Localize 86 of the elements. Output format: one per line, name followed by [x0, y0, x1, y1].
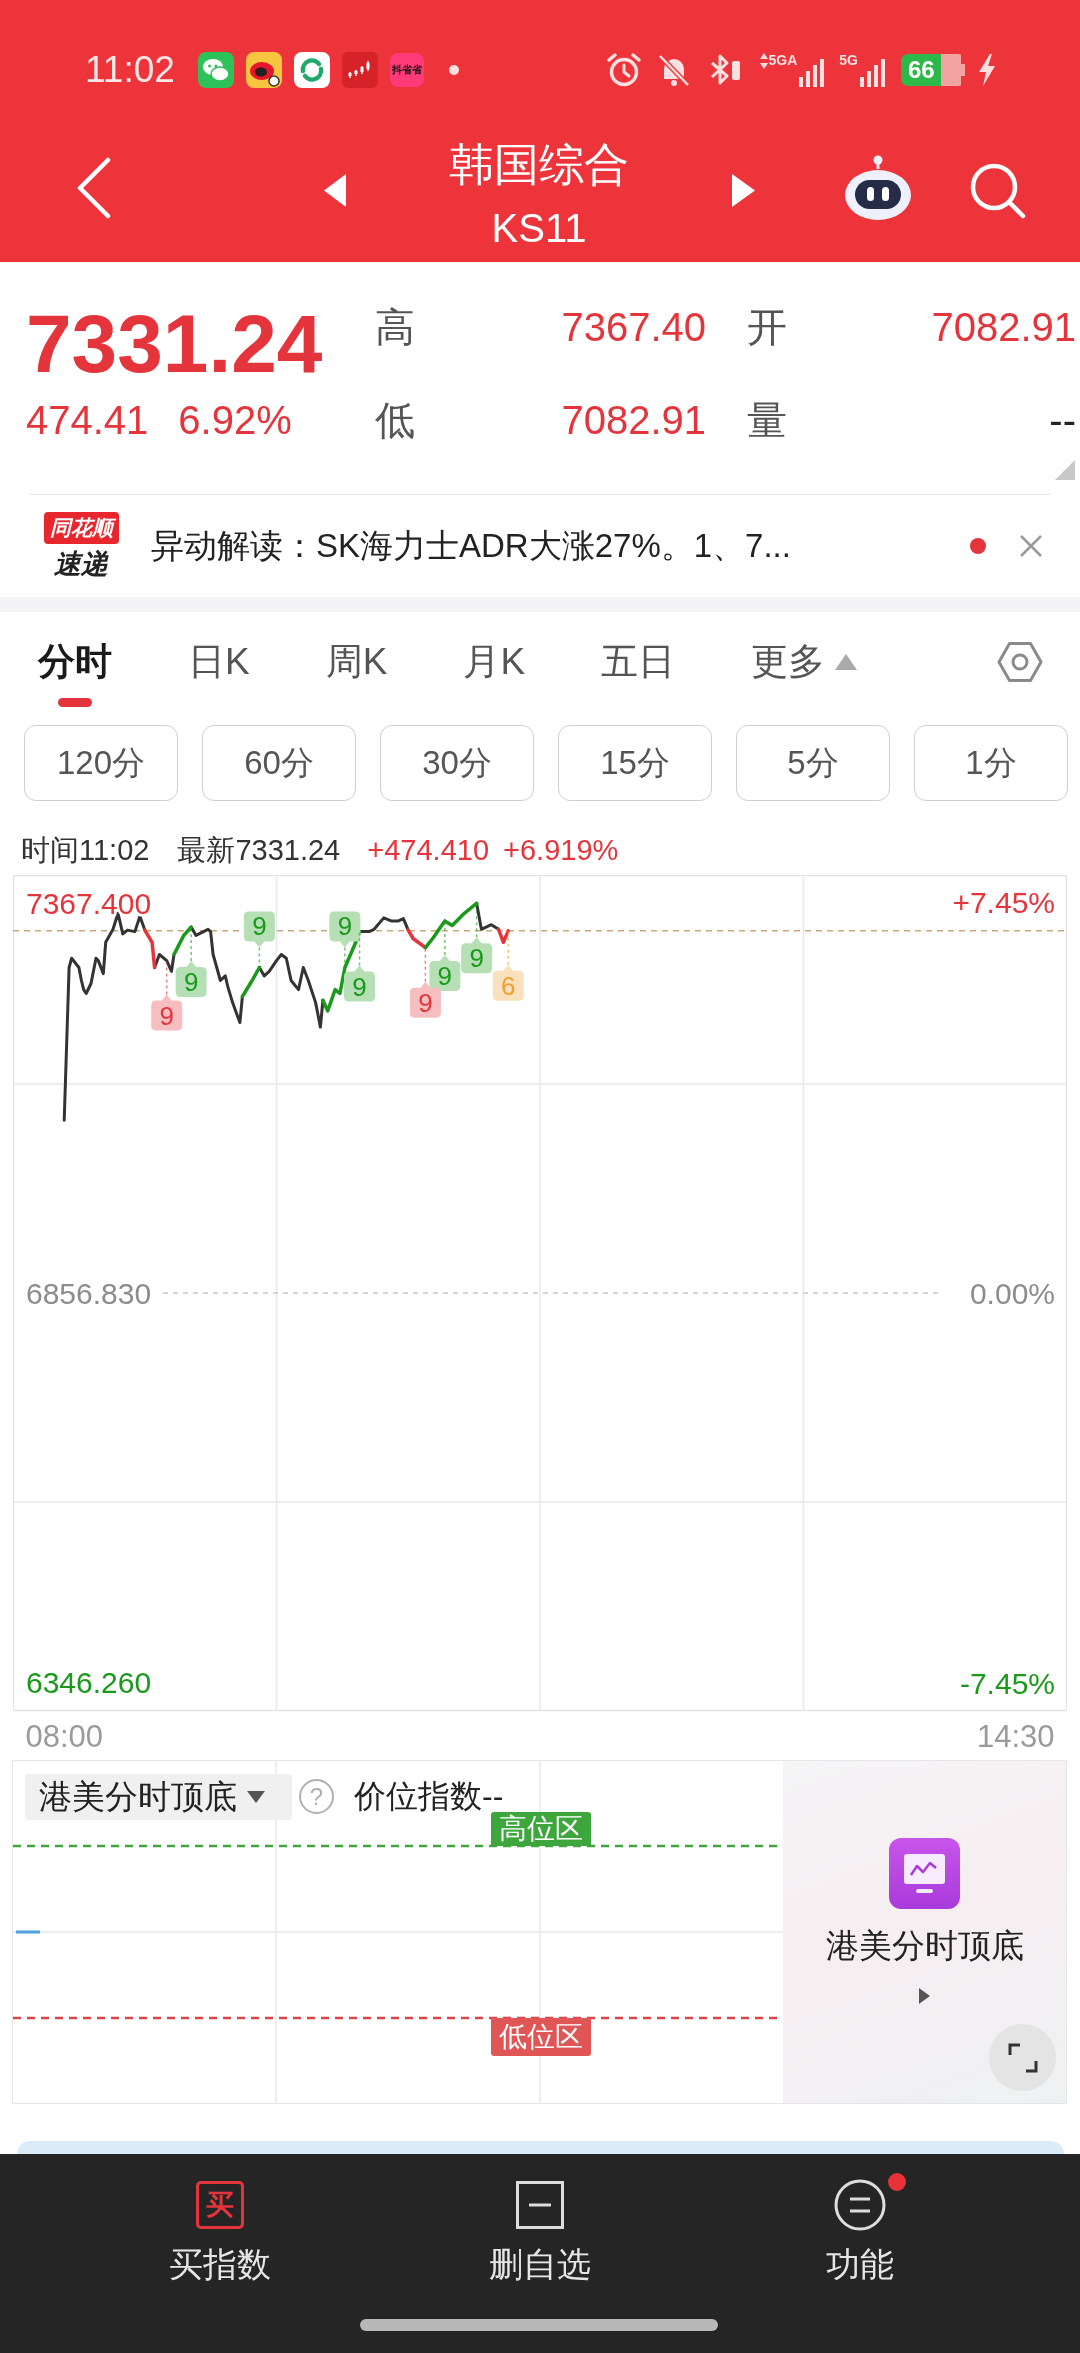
- promo-panel[interactable]: 港美分时顶底: [783, 1761, 1066, 2103]
- expand-icon: [1007, 2042, 1038, 2073]
- stat-label: 开: [747, 304, 787, 351]
- price-change: 474.41: [26, 398, 149, 442]
- caret-up-icon: [835, 654, 858, 670]
- eye-app-icon: [245, 52, 282, 88]
- interval-button[interactable]: 30分: [380, 725, 534, 801]
- interval-button[interactable]: 15分: [558, 725, 712, 801]
- axis-label: 6346.260: [26, 1666, 152, 1700]
- page-title: 韩国综合: [449, 140, 629, 190]
- stat-value: --: [1048, 397, 1076, 444]
- time-axis-label: 14:30: [976, 1718, 1055, 1754]
- refresh-app-icon: [293, 52, 330, 88]
- promo-title: 港美分时顶底: [825, 1926, 1024, 1966]
- network-label: 5G: [839, 53, 858, 68]
- right-triangle-icon[interactable]: [732, 174, 755, 207]
- period-tab[interactable]: 分时: [38, 612, 112, 712]
- caret-down-icon: [247, 1791, 265, 1803]
- index-code: KS11: [491, 206, 587, 250]
- interval-button[interactable]: 1分: [914, 725, 1068, 801]
- caret-right-icon[interactable]: [919, 1988, 930, 2004]
- settings-icon[interactable]: [997, 639, 1043, 685]
- app-logo: 抖省省: [389, 53, 424, 87]
- monitor-chart-icon: [889, 1838, 960, 1909]
- nav-item[interactable]: 功能: [760, 2154, 960, 2304]
- stat-value: 7082.91: [930, 304, 1076, 351]
- resize-grip-icon[interactable]: [1055, 460, 1075, 480]
- interval-button[interactable]: 5分: [736, 725, 890, 801]
- indicator-selector[interactable]: 港美分时顶底: [25, 1774, 292, 1820]
- stat-label: 高: [375, 304, 415, 351]
- annotation: 9: [469, 943, 484, 974]
- more-dot-icon: [448, 65, 459, 75]
- logo-tag: 同花顺: [43, 511, 119, 544]
- annotation: 6: [501, 970, 516, 1001]
- indicator-value: 价位指数--: [354, 1780, 504, 1812]
- axis-label: 7367.400: [26, 886, 152, 920]
- nav-item[interactable]: 买 买指数: [120, 2154, 320, 2304]
- interval-button[interactable]: 120分: [24, 725, 178, 801]
- menu-icon: [834, 2179, 886, 2231]
- battery-indicator: 66: [901, 54, 965, 86]
- robot-icon[interactable]: [842, 155, 914, 221]
- zone-label: 低位区: [491, 2018, 591, 2056]
- interval-button[interactable]: 60分: [202, 725, 356, 801]
- change-percent: +6.919%: [503, 835, 619, 865]
- status-time: 11:02: [85, 50, 175, 90]
- annotation: 9: [252, 911, 267, 942]
- data-arrows-icon: [759, 53, 768, 69]
- axis-label: 6856.830: [26, 1276, 152, 1310]
- zone-label: 高位区: [491, 1812, 591, 1846]
- signal-icon: [799, 59, 826, 87]
- period-tab[interactable]: 日K: [188, 612, 250, 712]
- change-value: +474.410: [367, 835, 489, 865]
- logo-text: 速递: [54, 547, 108, 581]
- signal-icon: [860, 59, 886, 87]
- axis-label: -7.45%: [959, 1666, 1055, 1700]
- last-price: 7331.24: [26, 302, 324, 386]
- annotation: 9: [159, 1000, 174, 1031]
- period-tab[interactable]: 周K: [325, 612, 388, 712]
- annotation: 9: [352, 971, 367, 1002]
- candlestick-app-icon: [341, 52, 378, 88]
- alarm-icon: [605, 52, 642, 88]
- crosshair-time: 时间11:02: [21, 835, 150, 865]
- latest-price: 最新7331.24: [177, 835, 341, 865]
- back-icon[interactable]: [76, 157, 112, 219]
- stat-value: 7367.40: [560, 304, 706, 351]
- search-icon[interactable]: [968, 161, 1026, 219]
- stat-label: 低: [375, 397, 415, 444]
- nav-item[interactable]: 删自选: [440, 2154, 640, 2304]
- close-icon[interactable]: [1019, 534, 1043, 558]
- percent-change: 6.92%: [178, 398, 292, 442]
- network-label: 5GA: [768, 53, 798, 68]
- news-headline[interactable]: 异动解读：SK海力士ADR大涨27%。1、7...: [151, 526, 791, 566]
- axis-label: +7.45%: [952, 886, 1055, 920]
- axis-label: 0.00%: [969, 1276, 1055, 1310]
- time-axis-label: 08:00: [25, 1718, 104, 1754]
- buy-tag: 买: [196, 2181, 244, 2229]
- stat-label: 量: [747, 397, 787, 444]
- period-tab[interactable]: 月K: [463, 612, 526, 712]
- indicator-mark: [16, 1930, 40, 1934]
- period-tab[interactable]: 更多: [751, 612, 858, 712]
- stat-value: 7082.91: [560, 397, 706, 444]
- chat-app-icon: [197, 52, 234, 88]
- period-tab[interactable]: 五日: [601, 612, 676, 712]
- left-triangle-icon[interactable]: [324, 174, 346, 207]
- annotation: 9: [183, 967, 199, 998]
- minus-square-icon: [516, 2181, 564, 2229]
